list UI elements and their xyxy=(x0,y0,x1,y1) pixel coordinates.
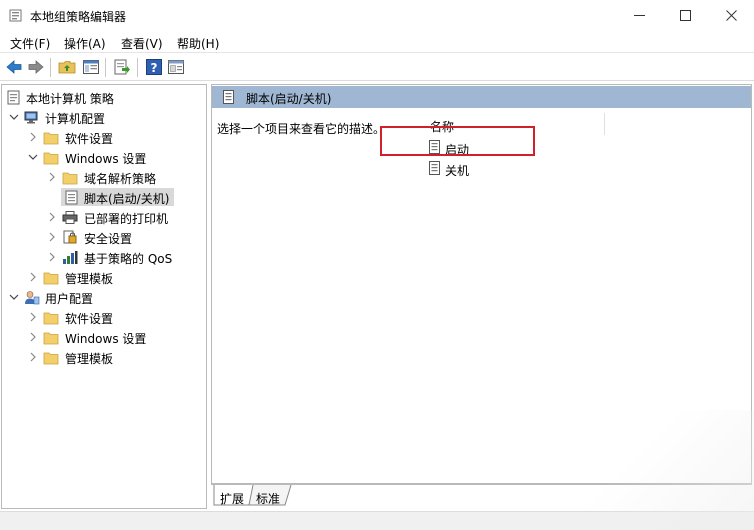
toolbar: ? xyxy=(0,54,754,81)
menu-bar: 文件(F) 操作(A) 查看(V) 帮助(H) xyxy=(0,31,754,53)
forward-icon[interactable] xyxy=(27,58,45,76)
tree-label: 管理模板 xyxy=(65,352,114,366)
folder-icon xyxy=(43,132,59,145)
policy-document-icon xyxy=(7,90,20,105)
policy-editor-icon xyxy=(9,9,22,22)
folder-icon xyxy=(43,352,59,365)
security-icon xyxy=(63,230,77,244)
details-pane: 脚本(启动/关机) 选择一个项目来查看它的描述。 名称 启动 关机 xyxy=(211,84,752,484)
details-header: 脚本(启动/关机) xyxy=(212,86,751,108)
status-bar xyxy=(0,511,754,530)
tree-label: 已部署的打印机 xyxy=(84,212,169,226)
user-icon xyxy=(25,291,40,305)
tree-item-scripts[interactable]: 脚本(启动/关机) xyxy=(2,187,206,207)
tree-item-windows-settings[interactable]: Windows 设置 xyxy=(2,147,206,167)
chevron-right-icon[interactable] xyxy=(46,251,58,263)
help-icon[interactable]: ? xyxy=(145,58,163,76)
folder-icon xyxy=(43,272,59,285)
view-tabs: 扩展 标准 xyxy=(211,484,752,508)
tree-label: 基于策略的 QoS xyxy=(84,252,173,266)
chevron-down-icon[interactable] xyxy=(8,111,20,123)
chevron-down-icon[interactable] xyxy=(27,151,39,163)
back-icon[interactable] xyxy=(5,58,23,76)
tab-label: 标准 xyxy=(256,492,281,506)
tab-standard[interactable]: 标准 xyxy=(253,487,287,507)
tree-label: 计算机配置 xyxy=(45,112,106,126)
tree-item-software-settings[interactable]: 软件设置 xyxy=(2,127,206,147)
close-icon xyxy=(725,10,737,21)
menu-view[interactable]: 查看(V) xyxy=(121,35,163,52)
menu-action[interactable]: 操作(A) xyxy=(64,35,106,52)
tree-item-security-settings[interactable]: 安全设置 xyxy=(2,227,206,247)
chevron-right-icon[interactable] xyxy=(27,271,39,283)
tree-label: 软件设置 xyxy=(65,312,114,326)
column-separator[interactable] xyxy=(604,113,605,135)
tree-item-policy-based-qos[interactable]: 基于策略的 QoS xyxy=(2,247,206,267)
script-icon xyxy=(223,90,234,104)
annotation-highlight-box xyxy=(380,126,535,156)
tree-pane: 本地计算机 策略 计算机配置 软件设置 Windows 设置 域名解析策略 脚本… xyxy=(1,84,207,509)
close-button[interactable] xyxy=(708,0,754,31)
minimize-button[interactable] xyxy=(616,0,662,31)
chevron-down-icon[interactable] xyxy=(8,291,20,303)
tree-label: 管理模板 xyxy=(65,272,114,286)
toolbar-separator xyxy=(105,58,106,77)
title-bar: 本地组策略编辑器 xyxy=(0,0,754,31)
chevron-right-icon[interactable] xyxy=(27,131,39,143)
tab-label: 扩展 xyxy=(220,492,245,506)
chevron-right-icon[interactable] xyxy=(46,211,58,223)
tree-label: Windows 设置 xyxy=(65,332,147,346)
maximize-button[interactable] xyxy=(662,0,708,31)
tree-root[interactable]: 本地计算机 策略 xyxy=(2,87,206,107)
show-tree-icon[interactable] xyxy=(82,58,100,76)
script-icon xyxy=(429,161,440,175)
export-icon[interactable] xyxy=(113,58,131,76)
chevron-right-icon[interactable] xyxy=(46,231,58,243)
tree-item-user-admin-templates[interactable]: 管理模板 xyxy=(2,347,206,367)
window-title: 本地组策略编辑器 xyxy=(30,10,127,24)
properties-icon[interactable] xyxy=(167,58,185,76)
tree-item-user-windows-settings[interactable]: Windows 设置 xyxy=(2,327,206,347)
computer-icon xyxy=(24,111,38,124)
qos-chart-icon xyxy=(63,251,78,264)
toolbar-separator xyxy=(50,58,51,77)
folder-icon xyxy=(43,332,59,345)
menu-file[interactable]: 文件(F) xyxy=(10,35,50,52)
tree-item-user-software-settings[interactable]: 软件设置 xyxy=(2,307,206,327)
tree-item-deployed-printers[interactable]: 已部署的打印机 xyxy=(2,207,206,227)
maximize-icon xyxy=(679,10,691,21)
tree-label: 软件设置 xyxy=(65,132,114,146)
tree-item-admin-templates[interactable]: 管理模板 xyxy=(2,267,206,287)
tree-label: Windows 设置 xyxy=(65,152,147,166)
list-item-label: 关机 xyxy=(445,164,470,178)
svg-text:?: ? xyxy=(151,61,158,75)
chevron-right-icon[interactable] xyxy=(27,351,39,363)
menu-help[interactable]: 帮助(H) xyxy=(177,35,219,52)
up-folder-icon[interactable] xyxy=(58,58,76,76)
tree-label: 本地计算机 策略 xyxy=(26,92,114,106)
script-icon xyxy=(65,190,78,205)
tree-label: 域名解析策略 xyxy=(84,172,157,186)
description-text: 选择一个项目来查看它的描述。 xyxy=(217,122,386,136)
tree-item-name-resolution-policy[interactable]: 域名解析策略 xyxy=(2,167,206,187)
chevron-right-icon[interactable] xyxy=(46,171,58,183)
chevron-right-icon[interactable] xyxy=(27,331,39,343)
chevron-right-icon[interactable] xyxy=(27,311,39,323)
folder-icon xyxy=(62,172,78,185)
folder-icon xyxy=(43,312,59,325)
tree-label: 脚本(启动/关机) xyxy=(84,192,170,206)
tree-item-computer-config[interactable]: 计算机配置 xyxy=(2,107,206,127)
folder-icon xyxy=(43,152,59,165)
tree-label: 安全设置 xyxy=(84,232,133,246)
printer-icon xyxy=(62,211,78,224)
details-header-title: 脚本(启动/关机) xyxy=(246,92,332,106)
minimize-icon xyxy=(633,15,645,16)
toolbar-separator xyxy=(137,58,138,77)
tree-label: 用户配置 xyxy=(45,292,94,306)
tab-extended[interactable]: 扩展 xyxy=(217,487,251,507)
tree-item-user-config[interactable]: 用户配置 xyxy=(2,287,206,307)
